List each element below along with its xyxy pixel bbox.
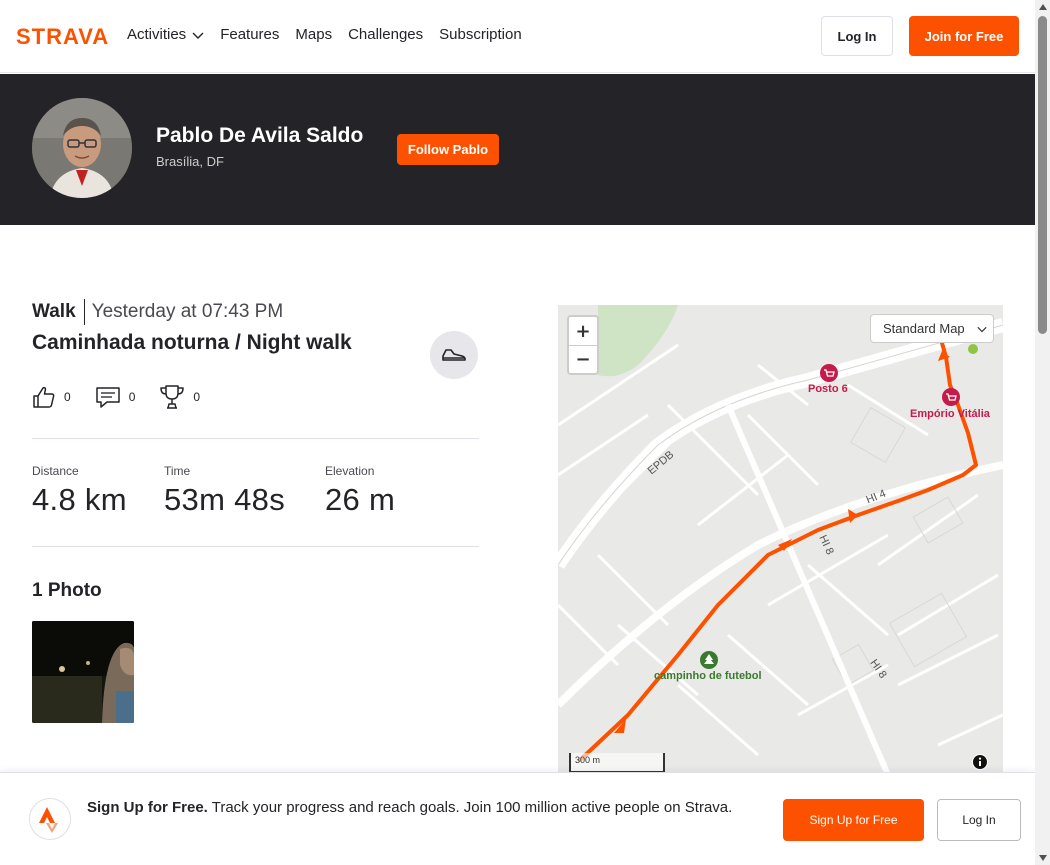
kudos-action[interactable]: 0 bbox=[32, 385, 71, 409]
stat-elevation: Elevation 26 m bbox=[325, 464, 395, 518]
activity-stats: Distance 4.8 km Time 53m 48s Elevation 2… bbox=[32, 464, 479, 524]
map-style-select[interactable]: Standard Map bbox=[870, 314, 994, 343]
comments-count: 0 bbox=[128, 390, 136, 404]
gear-shoe-button[interactable] bbox=[430, 331, 478, 379]
stat-elevation-value: 26 m bbox=[325, 482, 396, 517]
activity-title: Caminhada noturna / Night walk bbox=[32, 331, 352, 354]
route-start-marker bbox=[968, 344, 978, 354]
nav-subscription[interactable]: Subscription bbox=[439, 24, 522, 46]
map-style-label: Standard Map bbox=[883, 321, 965, 336]
strava-logo[interactable]: STRAVA bbox=[16, 24, 112, 48]
chevron-down-icon bbox=[192, 32, 204, 39]
stat-elevation-label: Elevation bbox=[325, 464, 375, 478]
nav-features[interactable]: Features bbox=[220, 24, 279, 46]
route-map[interactable]: Posto 6 Empório Vitália campinho de fute… bbox=[558, 305, 1003, 775]
activity-photo[interactable] bbox=[32, 621, 134, 723]
activity-datetime: Yesterday at 07:43 PM bbox=[91, 301, 284, 322]
athlete-name[interactable]: Pablo De Avila Saldo bbox=[156, 124, 363, 148]
photo-image bbox=[32, 621, 134, 723]
scroll-down-arrow-icon[interactable] bbox=[1039, 855, 1047, 861]
activity-type: Walk bbox=[32, 301, 76, 322]
map-canvas bbox=[558, 305, 1003, 775]
athlete-banner: Pablo De Avila Saldo Brasília, DF Follow… bbox=[0, 74, 1035, 225]
trophy-icon bbox=[160, 385, 185, 409]
login-button[interactable]: Log In bbox=[821, 16, 893, 56]
comment-icon bbox=[95, 387, 120, 408]
page: STRAVA Activities Features Maps Challeng… bbox=[0, 0, 1050, 865]
signup-message-bold: Sign Up for Free. bbox=[87, 799, 208, 816]
strava-mark-icon bbox=[29, 798, 71, 840]
header-separator bbox=[83, 299, 85, 325]
map-label-posto: Posto 6 bbox=[808, 383, 848, 395]
stat-time-value: 53m 48s bbox=[164, 482, 285, 517]
nav-activities-label: Activities bbox=[127, 26, 187, 43]
social-actions: 0 0 0 bbox=[32, 384, 200, 410]
chevron-down-icon bbox=[977, 326, 987, 332]
stat-distance: Distance 4.8 km bbox=[32, 464, 127, 518]
map-scale: 300 m bbox=[569, 753, 665, 773]
cta-login-button[interactable]: Log In bbox=[937, 799, 1021, 841]
nav-activities[interactable]: Activities bbox=[127, 24, 204, 46]
activity-header: Walk Yesterday at 07:43 PM bbox=[32, 299, 283, 325]
thumbs-up-icon bbox=[33, 386, 55, 408]
join-button[interactable]: Join for Free bbox=[909, 16, 1019, 56]
shoe-icon bbox=[442, 349, 466, 361]
zoom-out-button[interactable]: − bbox=[569, 345, 597, 373]
signup-message-body: Track your progress and reach goals. Joi… bbox=[207, 799, 733, 816]
comments-action[interactable]: 0 bbox=[95, 385, 136, 409]
shopping-cart-icon bbox=[820, 364, 838, 382]
divider-bottom bbox=[32, 546, 479, 547]
shopping-cart-icon bbox=[942, 388, 960, 406]
photos-heading: 1 Photo bbox=[32, 580, 102, 601]
stat-time-label: Time bbox=[164, 464, 191, 478]
athlete-location: Brasília, DF bbox=[156, 154, 224, 169]
achievements-action[interactable]: 0 bbox=[159, 384, 200, 410]
main-nav: Activities Features Maps Challenges Subs… bbox=[127, 24, 522, 46]
kudos-count: 0 bbox=[64, 390, 71, 404]
follow-button[interactable]: Follow Pablo bbox=[397, 134, 499, 165]
logo-text: STRAVA bbox=[16, 24, 109, 48]
tree-icon bbox=[700, 651, 718, 669]
top-nav: STRAVA Activities Features Maps Challeng… bbox=[0, 0, 1035, 73]
strava-chevron-icon bbox=[39, 807, 58, 833]
signup-message: Sign Up for Free. Track your progress an… bbox=[87, 797, 767, 819]
map-label-emporio: Empório Vitália bbox=[910, 408, 990, 420]
cta-signup-button[interactable]: Sign Up for Free bbox=[783, 799, 924, 841]
stat-distance-label: Distance bbox=[32, 464, 79, 478]
athlete-avatar[interactable] bbox=[32, 98, 132, 198]
zoom-in-button[interactable]: + bbox=[569, 317, 597, 345]
signup-banner: Sign Up for Free. Track your progress an… bbox=[0, 772, 1035, 865]
nav-maps[interactable]: Maps bbox=[295, 24, 332, 46]
page-scrollbar[interactable] bbox=[1035, 0, 1050, 865]
achievements-count: 0 bbox=[193, 390, 201, 404]
scroll-up-arrow-icon[interactable] bbox=[1039, 4, 1047, 10]
avatar-image bbox=[32, 98, 132, 198]
nav-challenges[interactable]: Challenges bbox=[348, 24, 423, 46]
divider-top bbox=[32, 438, 479, 439]
zoom-control: + − bbox=[567, 315, 599, 375]
info-icon[interactable] bbox=[972, 754, 988, 770]
stat-time: Time 53m 48s bbox=[164, 464, 285, 518]
scroll-thumb[interactable] bbox=[1038, 16, 1047, 334]
map-label-campinho: campinho de futebol bbox=[654, 670, 762, 682]
stat-distance-value: 4.8 km bbox=[32, 482, 127, 517]
info-glyph bbox=[973, 755, 987, 769]
